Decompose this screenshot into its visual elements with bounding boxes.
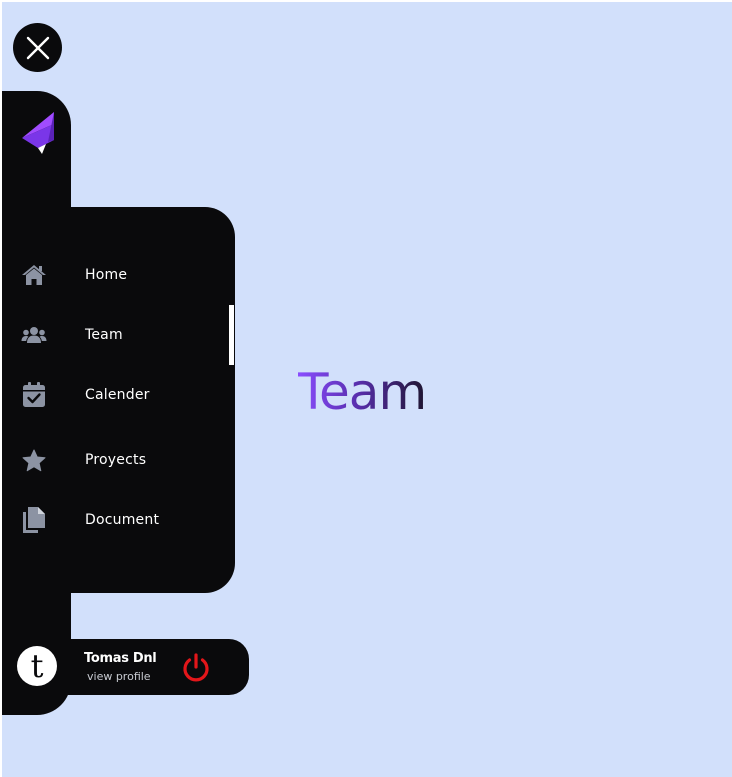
sidebar-item-calender[interactable]: Calender — [2, 367, 235, 423]
team-icon — [21, 322, 47, 348]
sidebar-item-label: Document — [85, 512, 160, 528]
documents-icon — [21, 507, 47, 533]
sidebar-item-label: Home — [85, 267, 128, 283]
avatar-letter: t — [31, 647, 44, 685]
svg-text:t: t — [31, 647, 44, 685]
sidebar-item-document[interactable]: Document — [2, 492, 235, 548]
close-icon — [26, 36, 49, 59]
sidebar-item-team[interactable]: Team — [2, 307, 235, 363]
sidebar-item-label: Team — [85, 327, 123, 343]
sidebar-item-proyects[interactable]: Proyects — [2, 432, 235, 488]
brand-logo-icon — [22, 112, 54, 154]
calendar-check-icon — [21, 382, 47, 408]
logout-button[interactable] — [179, 651, 213, 685]
sidebar-item-label: Calender — [85, 387, 150, 403]
close-button[interactable] — [13, 23, 62, 72]
active-indicator — [229, 305, 234, 365]
profile-name: Tomas Dnl — [84, 651, 157, 666]
sidebar-item-home[interactable]: Home — [2, 247, 235, 303]
view-profile-link[interactable]: view profile — [87, 670, 151, 683]
brand-logo[interactable] — [18, 110, 56, 156]
avatar[interactable]: t — [17, 646, 57, 686]
page-title: Team — [298, 363, 427, 421]
home-icon — [21, 262, 47, 288]
power-icon — [183, 653, 209, 682]
star-icon — [21, 447, 47, 473]
sidebar-item-label: Proyects — [85, 452, 147, 468]
